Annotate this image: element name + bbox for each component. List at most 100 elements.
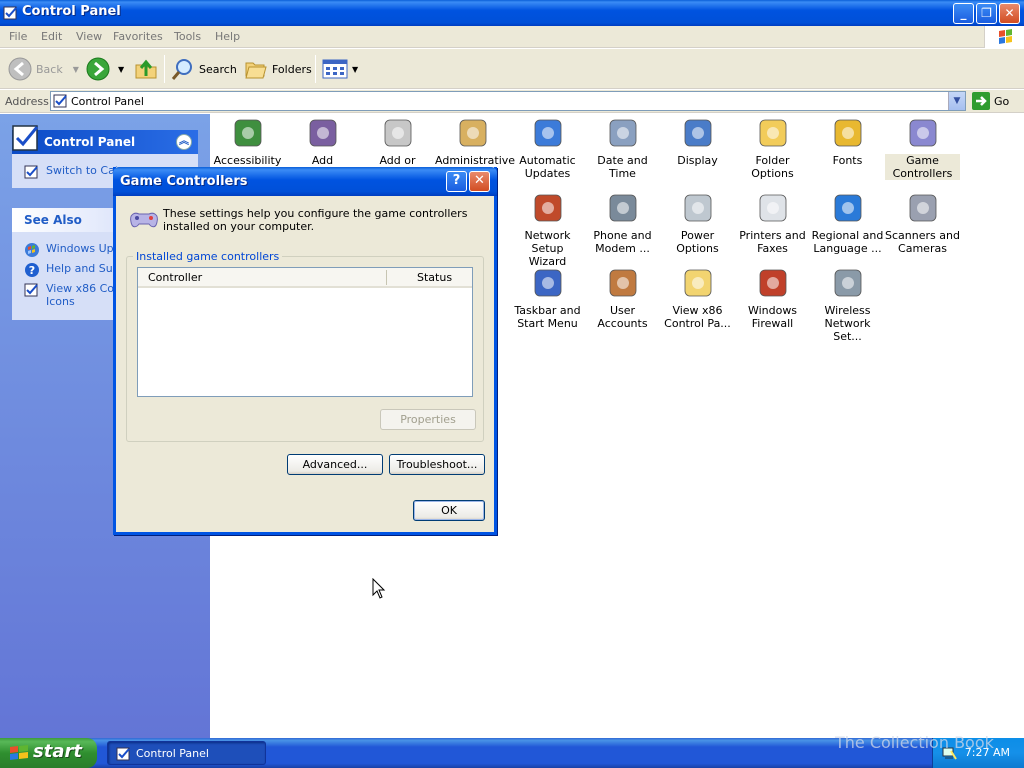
advanced-button[interactable]: Advanced...	[287, 454, 383, 475]
windows-update-label: Windows Upd	[46, 242, 121, 255]
restore-button[interactable]: ❐	[976, 3, 997, 24]
controllers-list[interactable]: Controller Status	[137, 267, 473, 397]
windows-update-icon	[25, 243, 39, 257]
cp-item-automatic[interactable]: Automatic Updates	[510, 116, 585, 180]
folders-label: Folders	[272, 62, 312, 76]
forward-button[interactable]: ▼	[86, 54, 124, 84]
cp-item-user-accounts[interactable]: User Accounts	[585, 266, 660, 330]
address-bar: Address Control Panel ▼ Go	[0, 90, 1024, 113]
go-button[interactable]: Go	[972, 92, 1009, 110]
cp-item-scanners-and[interactable]: Scanners and Cameras	[885, 191, 960, 255]
cp-item-icon	[831, 116, 865, 150]
cp-item-add-or[interactable]: Add or	[360, 116, 435, 167]
cp-item-label: Automatic Updates	[519, 154, 576, 180]
dialog-title: Game Controllers	[120, 174, 248, 189]
properties-button[interactable]: Properties	[380, 409, 476, 430]
cp-item-fonts[interactable]: Fonts	[810, 116, 885, 167]
column-controller[interactable]: Controller	[148, 271, 202, 284]
cp-item-printers-and[interactable]: Printers and Faxes	[735, 191, 810, 255]
menu-tools[interactable]: Tools	[174, 30, 201, 43]
cp-item-wireless[interactable]: Wireless Network Set...	[810, 266, 885, 343]
up-folder-icon	[135, 59, 157, 79]
cp-item-game[interactable]: Game Controllers	[885, 116, 960, 180]
installed-controllers-label: Installed game controllers	[133, 250, 283, 263]
cp-item-icon	[906, 116, 940, 150]
folders-button[interactable]: Folders	[244, 54, 312, 84]
control-panel-small-icon	[53, 94, 67, 108]
cp-item-taskbar-and[interactable]: Taskbar and Start Menu	[510, 266, 585, 330]
start-label: start	[33, 741, 82, 762]
cp-item-icon	[681, 266, 715, 300]
cp-item-label: Accessibility	[213, 154, 282, 167]
cp-item-label: Display	[677, 154, 718, 167]
menu-file[interactable]: File	[9, 30, 27, 43]
cp-item-icon	[756, 191, 790, 225]
address-label: Address	[5, 95, 49, 108]
views-dropdown-icon: ▼	[352, 64, 359, 74]
windows-update-link[interactable]: Windows Upd	[24, 242, 121, 258]
menu-edit[interactable]: Edit	[41, 30, 62, 43]
menu-favorites[interactable]: Favorites	[113, 30, 163, 43]
views-icon	[322, 59, 348, 79]
game-controllers-dialog: Game Controllers ? ✕ These settings help…	[113, 167, 497, 535]
cp-item-label: Scanners and Cameras	[885, 229, 960, 255]
cp-item-accessibility[interactable]: Accessibility	[210, 116, 285, 167]
toolbar: Back ▼ ▼ Search Folders ▼	[0, 49, 1024, 89]
cp-item-label: Date and Time	[597, 154, 648, 180]
windows-logo-icon	[984, 26, 1024, 48]
switch-category-link[interactable]: Switch to Cat	[24, 164, 119, 180]
cp-item-label: Network Setup Wizard	[524, 229, 571, 268]
forward-arrow-icon	[86, 57, 110, 81]
taskbar-control-panel-button[interactable]: Control Panel	[107, 741, 266, 765]
search-button[interactable]: Search	[171, 54, 237, 84]
cp-item-icon	[606, 266, 640, 300]
menu-bar: File Edit View Favorites Tools Help	[0, 26, 1024, 48]
cp-item-icon	[306, 116, 340, 150]
help-button[interactable]: ?	[446, 171, 467, 192]
address-dropdown-icon[interactable]: ▼	[948, 92, 965, 110]
ok-button[interactable]: OK	[413, 500, 485, 521]
column-status[interactable]: Status	[417, 271, 452, 284]
view-x86-label-2: Icons	[46, 295, 75, 308]
cp-item-power-options[interactable]: Power Options	[660, 191, 735, 255]
up-folder-button[interactable]	[134, 54, 158, 84]
minimize-button[interactable]: _	[953, 3, 974, 24]
view-x86-label: View x86 Con	[46, 282, 121, 295]
cp-item-label: Taskbar and Start Menu	[514, 304, 581, 330]
cp-item-label: Game Controllers	[885, 154, 960, 180]
cp-item-icon	[531, 191, 565, 225]
cp-item-icon	[606, 116, 640, 150]
cp-item-icon	[831, 191, 865, 225]
close-button[interactable]: ✕	[999, 3, 1020, 24]
cp-item-windows[interactable]: Windows Firewall	[735, 266, 810, 330]
view-x86-link[interactable]: View x86 Con Icons	[24, 282, 121, 308]
dialog-close-button[interactable]: ✕	[469, 171, 490, 192]
control-panel-icon	[3, 6, 17, 20]
cp-item-icon	[606, 191, 640, 225]
troubleshoot-button[interactable]: Troubleshoot...	[389, 454, 485, 475]
menu-help[interactable]: Help	[215, 30, 240, 43]
cp-item-phone-and[interactable]: Phone and Modem ...	[585, 191, 660, 255]
menu-view[interactable]: View	[76, 30, 102, 43]
svg-text:?: ?	[29, 264, 35, 277]
address-value: Control Panel	[71, 95, 144, 108]
views-button[interactable]: ▼	[322, 54, 358, 84]
collapse-chevron-icon[interactable]: ︽	[176, 134, 192, 150]
cp-item-date-and-time[interactable]: Date and Time	[585, 116, 660, 180]
cp-item-folder-options[interactable]: Folder Options	[735, 116, 810, 180]
cp-item-view-x86[interactable]: View x86 Control Pa...	[660, 266, 735, 330]
start-button[interactable]: start	[0, 738, 97, 768]
search-label: Search	[199, 62, 237, 76]
list-header: Controller Status	[138, 268, 472, 288]
gamepad-icon	[130, 212, 158, 228]
cp-item-label: Windows Firewall	[747, 304, 798, 330]
address-input[interactable]: Control Panel ▼	[50, 91, 966, 111]
cp-item-regional-and[interactable]: Regional and Language ...	[810, 191, 885, 255]
back-button[interactable]: Back ▼	[8, 54, 79, 84]
cp-item-icon	[231, 116, 265, 150]
cp-item-network-setup[interactable]: Network Setup Wizard	[510, 191, 585, 268]
cp-item-display[interactable]: Display	[660, 116, 735, 167]
cp-item-icon	[681, 191, 715, 225]
cp-item-label: Wireless Network Set...	[824, 304, 871, 343]
help-support-link[interactable]: ? Help and Supp	[24, 262, 127, 278]
